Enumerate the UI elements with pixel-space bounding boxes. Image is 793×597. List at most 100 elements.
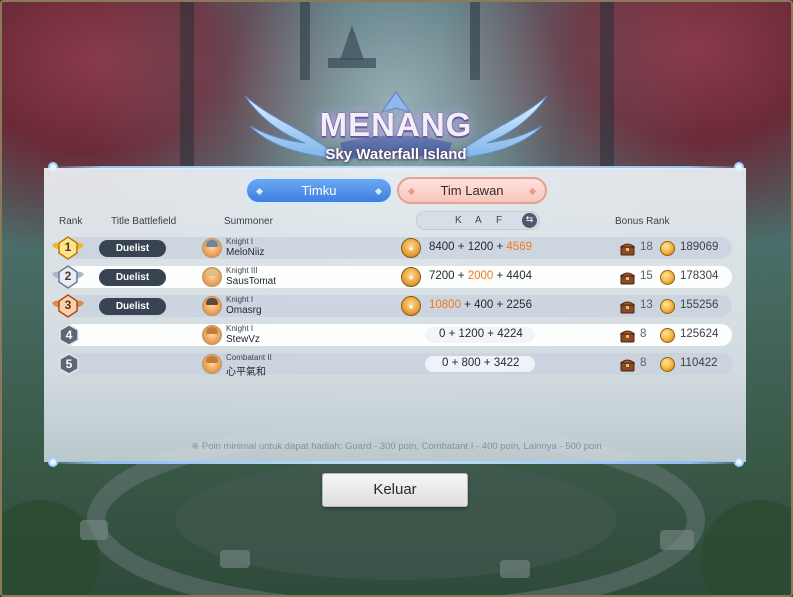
kaf-scores: 0 + 1200 + 4224 bbox=[439, 328, 523, 340]
summoner-rank-title: Knight I bbox=[226, 295, 254, 304]
score-a: 800 bbox=[461, 357, 481, 369]
header-a: A bbox=[475, 215, 482, 226]
battlefield-title-badge: Duelist bbox=[99, 240, 166, 257]
tab-my-team[interactable]: Timku bbox=[245, 177, 393, 204]
avatar-hair bbox=[206, 327, 218, 334]
header-k: K bbox=[455, 215, 462, 226]
gold-coin-icon bbox=[660, 241, 675, 256]
rank-chest-icon bbox=[619, 328, 636, 343]
tab-enemy-team[interactable]: Tim Lawan bbox=[397, 177, 547, 204]
bonus-rank-value: 8 bbox=[640, 357, 647, 369]
score-separator: + bbox=[480, 357, 494, 369]
summoner-name: MeloNiiz bbox=[226, 247, 265, 258]
result-title: MENANG bbox=[319, 106, 473, 143]
score-a: 400 bbox=[474, 299, 494, 311]
score-a: 1200 bbox=[467, 241, 494, 253]
rank-number: 3 bbox=[64, 298, 72, 312]
kaf-combatant-badge-icon: ★ bbox=[401, 296, 421, 316]
kaf-scores: 10800 + 400 + 2256 bbox=[429, 299, 532, 311]
score-f: 4569 bbox=[506, 241, 532, 253]
summoner-name: 心平氣和 bbox=[226, 367, 266, 378]
summoner-avatar[interactable] bbox=[202, 325, 222, 345]
bonus-rank-value: 18 bbox=[640, 241, 653, 253]
score-a: 1200 bbox=[458, 328, 485, 340]
avatar-hair bbox=[206, 356, 218, 363]
kaf-scores: 8400 + 1200 + 4569 bbox=[429, 241, 532, 253]
kaf-knight-badge-icon: ★ bbox=[401, 267, 421, 287]
rank-chest-icon bbox=[619, 357, 636, 372]
tab-enemy-team-label: Tim Lawan bbox=[440, 183, 504, 198]
summoner-name: Omasrg bbox=[226, 305, 262, 316]
avatar-hair bbox=[206, 298, 218, 305]
tab-diamond-icon bbox=[528, 187, 537, 196]
coin-reward-value: 125624 bbox=[680, 328, 719, 340]
score-f: 4224 bbox=[497, 328, 523, 340]
coin-reward-value: 178304 bbox=[680, 270, 719, 282]
score-separator: + bbox=[460, 299, 475, 311]
divider-end-right bbox=[734, 457, 744, 467]
victory-emblem: MENANG Sky Waterfall Island bbox=[220, 88, 572, 178]
summoner-rank-title: Combatant II bbox=[226, 353, 272, 362]
score-separator: + bbox=[493, 270, 507, 282]
rank-number: 4 bbox=[65, 328, 73, 342]
map-name: Sky Waterfall Island bbox=[325, 146, 467, 163]
bonus-rank-value: 13 bbox=[640, 299, 653, 311]
score-k: 7200 bbox=[429, 270, 455, 282]
gold-coin-icon bbox=[660, 299, 675, 314]
rank-number: 2 bbox=[64, 269, 72, 283]
rank-chest-icon bbox=[619, 270, 636, 285]
coin-reward-value: 110422 bbox=[680, 357, 718, 369]
header-summoner: Summoner bbox=[224, 216, 273, 227]
rank-number: 1 bbox=[64, 240, 72, 254]
header-f: F bbox=[496, 215, 503, 226]
score-separator: + bbox=[445, 328, 459, 340]
bonus-rank-value: 8 bbox=[640, 328, 647, 340]
summoner-rank-title: Knight I bbox=[226, 237, 254, 246]
rank-number: 5 bbox=[65, 357, 73, 371]
summoner-avatar[interactable] bbox=[202, 267, 222, 287]
bonus-rank-value: 15 bbox=[640, 270, 653, 282]
summoner-avatar[interactable] bbox=[202, 354, 222, 374]
kaf-scores: 7200 + 2000 + 4404 bbox=[429, 270, 532, 282]
score-f: 3422 bbox=[493, 357, 520, 369]
score-a: 2000 bbox=[467, 270, 494, 282]
avatar-hair bbox=[206, 269, 218, 276]
score-separator: + bbox=[484, 328, 498, 340]
avatar-hair bbox=[206, 240, 218, 247]
tab-diamond-icon bbox=[255, 187, 264, 196]
score-separator: + bbox=[448, 357, 462, 369]
score-k: 8400 bbox=[429, 241, 455, 253]
tab-diamond-icon bbox=[407, 187, 416, 196]
kaf-scores: 0 + 800 + 3422 bbox=[442, 357, 519, 369]
score-separator: + bbox=[493, 299, 507, 311]
score-separator: + bbox=[454, 241, 468, 253]
summoner-avatar[interactable] bbox=[202, 296, 222, 316]
score-k: 10800 bbox=[429, 299, 461, 311]
gold-coin-icon bbox=[660, 270, 675, 285]
score-separator: + bbox=[454, 270, 468, 282]
summoner-rank-title: Knight I bbox=[226, 324, 254, 333]
header-bonus-rank: Bonus Rank bbox=[615, 216, 670, 227]
rank-chest-icon bbox=[619, 241, 636, 256]
exit-button[interactable]: Keluar bbox=[322, 473, 468, 507]
summoner-name: StewVz bbox=[226, 334, 260, 345]
score-f: 4404 bbox=[506, 270, 532, 282]
summoner-rank-title: Knight III bbox=[226, 266, 258, 275]
score-separator: + bbox=[493, 241, 507, 253]
battlefield-title-badge: Duelist bbox=[99, 269, 166, 286]
gold-coin-icon bbox=[660, 328, 675, 343]
kaf-header: K A F ⇆ bbox=[416, 211, 540, 230]
tab-my-team-label: Timku bbox=[301, 183, 337, 198]
swap-icon[interactable]: ⇆ bbox=[522, 213, 537, 228]
header-rank: Rank bbox=[59, 216, 83, 227]
bottom-divider bbox=[46, 457, 746, 467]
header-title-battlefield: Title Battlefield bbox=[111, 216, 177, 227]
rank-chest-icon bbox=[619, 299, 636, 314]
divider-end-left bbox=[48, 457, 58, 467]
battlefield-title-badge: Duelist bbox=[99, 298, 166, 315]
coin-reward-value: 189069 bbox=[680, 241, 719, 253]
score-f: 2256 bbox=[506, 299, 532, 311]
summoner-name: SausTomat bbox=[226, 276, 277, 287]
reward-note: ※ Poin minimal untuk dapat hadiah: Guard… bbox=[191, 441, 602, 452]
summoner-avatar[interactable] bbox=[202, 238, 222, 258]
